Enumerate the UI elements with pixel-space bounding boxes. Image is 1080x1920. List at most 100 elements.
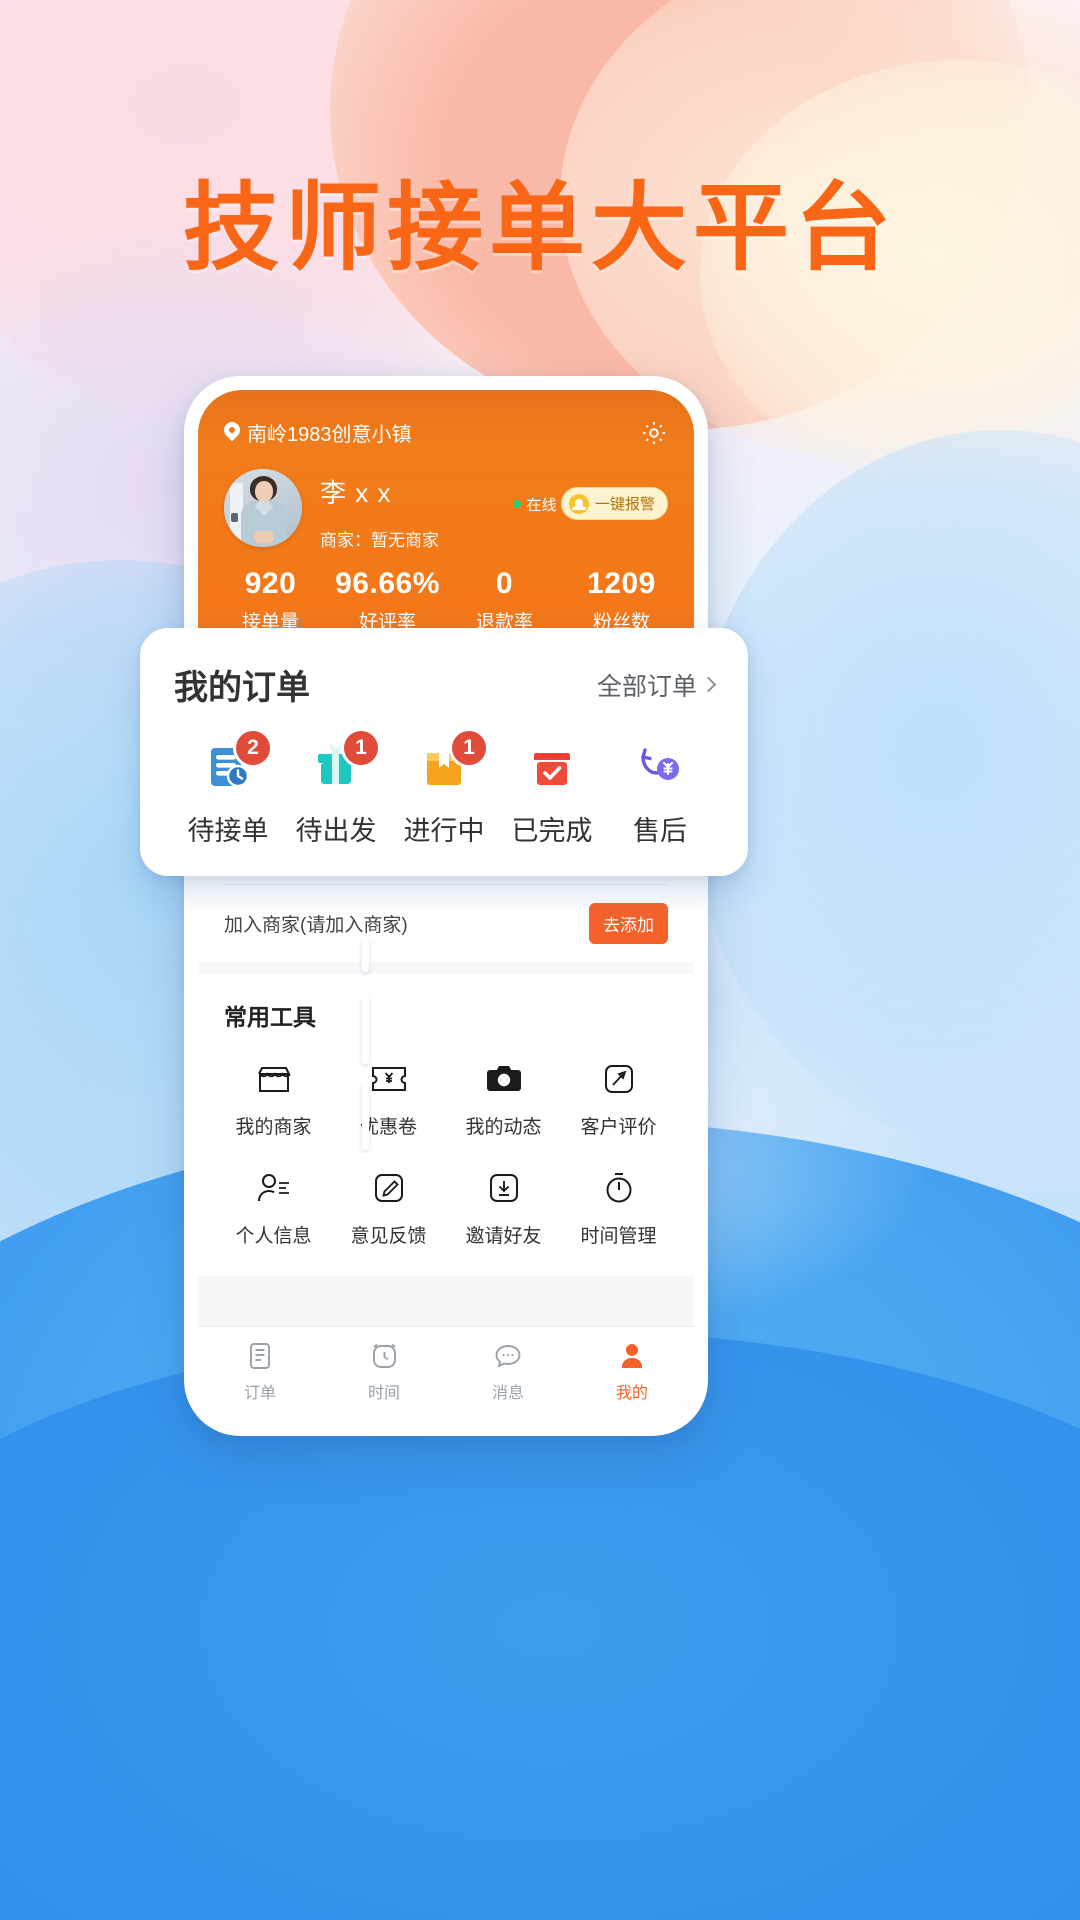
tool-my-merchant[interactable]: 我的商家 bbox=[216, 1042, 331, 1151]
checked-box-icon bbox=[498, 739, 606, 795]
tool-feedback[interactable]: 意见反馈 bbox=[331, 1151, 446, 1260]
all-orders-label: 全部订单 bbox=[596, 672, 697, 701]
order-tab-pending-depart[interactable]: 1 待出发 bbox=[282, 731, 390, 848]
location-label: 南岭1983创意小镇 bbox=[247, 424, 412, 446]
tool-label: 邀请好友 bbox=[465, 1226, 542, 1247]
tab-time[interactable]: 时间 bbox=[322, 1339, 446, 1403]
invite-download-icon bbox=[446, 1167, 561, 1209]
row-join-merchant[interactable]: 加入商家(请加入商家) 去添加 bbox=[224, 885, 668, 962]
tool-label: 我的动态 bbox=[465, 1117, 542, 1138]
avatar[interactable] bbox=[224, 469, 302, 547]
gear-icon[interactable] bbox=[640, 419, 668, 447]
alarm-bell-icon bbox=[568, 493, 589, 514]
profile-text: 李 x x 商家：暂无商家 bbox=[320, 469, 439, 551]
order-tab-label: 售后 bbox=[633, 816, 687, 846]
person-icon bbox=[570, 1339, 694, 1373]
alarm-label: 一键报警 bbox=[594, 496, 655, 513]
user-name: 李 x x bbox=[320, 478, 392, 508]
order-tab-label: 待出发 bbox=[295, 816, 377, 846]
order-tab-label: 已完成 bbox=[511, 816, 593, 846]
badge-count: 1 bbox=[452, 731, 486, 765]
stat-refund[interactable]: 0 退款率 bbox=[446, 567, 563, 634]
alarm-button[interactable]: 一键报警 bbox=[560, 487, 668, 520]
phone-button-mute bbox=[362, 936, 369, 972]
profile-header: 南岭1983创意小镇 李 x x 商家：暂无商家 在线 一键报警 920 接单量… bbox=[198, 390, 694, 640]
tab-label: 订单 bbox=[243, 1384, 276, 1402]
tool-time-management[interactable]: 时间管理 bbox=[561, 1151, 676, 1260]
order-status-tabs: 2 待接单 1 待出发 1 进行中 已完成 售后 bbox=[174, 731, 714, 848]
tab-label: 时间 bbox=[367, 1384, 400, 1402]
stat-value: 920 bbox=[244, 567, 297, 600]
stat-orders[interactable]: 920 接单量 bbox=[212, 567, 329, 634]
bottom-tabbar: 订单 时间 消息 我的 bbox=[198, 1326, 694, 1422]
message-icon bbox=[446, 1339, 570, 1373]
badge-count: 1 bbox=[344, 731, 378, 765]
stat-value: 96.66% bbox=[335, 567, 440, 600]
order-card-header: 我的订单 全部订单 bbox=[174, 660, 717, 709]
tab-label: 消息 bbox=[491, 1384, 524, 1402]
order-tab-label: 待接单 bbox=[187, 816, 269, 846]
tool-coupon[interactable]: 优惠卷 bbox=[331, 1042, 446, 1151]
stopwatch-icon bbox=[561, 1167, 676, 1209]
refund-icon bbox=[606, 739, 714, 795]
feedback-edit-icon bbox=[331, 1167, 446, 1209]
stats-row: 920 接单量 96.66% 好评率 0 退款率 1209 粉丝数 bbox=[198, 567, 694, 634]
tool-label: 客户评价 bbox=[580, 1117, 657, 1138]
badge-count: 2 bbox=[236, 731, 270, 765]
phone-button-volume-down bbox=[362, 1082, 369, 1150]
tool-label: 意见反馈 bbox=[350, 1226, 427, 1247]
tool-personal-info[interactable]: 个人信息 bbox=[216, 1151, 331, 1260]
profile-right-actions: 在线 一键报警 bbox=[512, 471, 668, 520]
tab-orders[interactable]: 订单 bbox=[198, 1339, 322, 1403]
row-label: 加入商家(请加入商家) bbox=[224, 915, 408, 936]
open-box-icon: 1 bbox=[390, 731, 498, 795]
review-pen-icon bbox=[561, 1058, 676, 1100]
tools-section: 常用工具 我的商家 优惠卷 我的动态 客户评价 个人信息 意见反馈 邀请好友 时… bbox=[198, 974, 694, 1276]
tab-label: 我的 bbox=[615, 1384, 648, 1402]
order-tab-label: 进行中 bbox=[403, 816, 485, 846]
phone-screen: 南岭1983创意小镇 李 x x 商家：暂无商家 在线 一键报警 920 接单量… bbox=[198, 390, 694, 1422]
order-tab-in-progress[interactable]: 1 进行中 bbox=[390, 731, 498, 848]
document-clock-icon: 2 bbox=[174, 731, 282, 795]
stat-value: 1209 bbox=[587, 567, 656, 600]
merchant-label: 商家：暂无商家 bbox=[320, 531, 439, 550]
order-tab-completed[interactable]: 已完成 bbox=[498, 739, 606, 848]
tools-section-title: 常用工具 bbox=[224, 1004, 316, 1030]
coupon-icon bbox=[331, 1058, 446, 1100]
header-top-row: 南岭1983创意小镇 bbox=[224, 418, 668, 447]
phone-mockup: 南岭1983创意小镇 李 x x 商家：暂无商家 在线 一键报警 920 接单量… bbox=[184, 376, 708, 1436]
camera-icon bbox=[446, 1058, 561, 1100]
location-pin-icon bbox=[224, 422, 240, 443]
avatar-arm bbox=[254, 531, 274, 543]
orders-icon bbox=[198, 1339, 322, 1373]
my-orders-card: 我的订单 全部订单 2 待接单 1 待出发 1 进行中 已完成 售后 bbox=[140, 628, 748, 876]
tab-profile[interactable]: 我的 bbox=[570, 1339, 694, 1403]
stat-rating[interactable]: 96.66% 好评率 bbox=[329, 567, 446, 634]
chevron-right-icon bbox=[700, 676, 717, 693]
tool-label: 优惠卷 bbox=[359, 1117, 417, 1138]
stat-fans[interactable]: 1209 粉丝数 bbox=[563, 567, 680, 634]
tool-customer-review[interactable]: 客户评价 bbox=[561, 1042, 676, 1151]
add-button[interactable]: 去添加 bbox=[589, 903, 668, 944]
storefront-icon bbox=[216, 1058, 331, 1100]
order-tab-after-sales[interactable]: 售后 bbox=[606, 739, 714, 848]
tool-label: 时间管理 bbox=[580, 1226, 657, 1247]
clock-icon bbox=[322, 1339, 446, 1373]
page-title: 技师接单大平台 bbox=[183, 175, 897, 282]
stat-value: 0 bbox=[495, 567, 514, 600]
location-area[interactable]: 南岭1983创意小镇 bbox=[224, 418, 412, 447]
profile-row: 李 x x 商家：暂无商家 在线 一键报警 bbox=[224, 469, 668, 551]
tool-label: 我的商家 bbox=[235, 1117, 312, 1138]
phone-button-volume-up bbox=[362, 996, 369, 1064]
tool-invite-friends[interactable]: 邀请好友 bbox=[446, 1151, 561, 1260]
tab-messages[interactable]: 消息 bbox=[446, 1339, 570, 1403]
tool-my-moments[interactable]: 我的动态 bbox=[446, 1042, 561, 1151]
order-card-title: 我的订单 bbox=[174, 669, 310, 707]
status-badge: 在线 bbox=[512, 494, 557, 515]
person-info-icon bbox=[216, 1167, 331, 1209]
online-label: 在线 bbox=[526, 496, 557, 514]
avatar-knob bbox=[231, 513, 238, 522]
all-orders-link[interactable]: 全部订单 bbox=[596, 667, 717, 703]
avatar-face bbox=[255, 481, 273, 502]
order-tab-pending-accept[interactable]: 2 待接单 bbox=[174, 731, 282, 848]
